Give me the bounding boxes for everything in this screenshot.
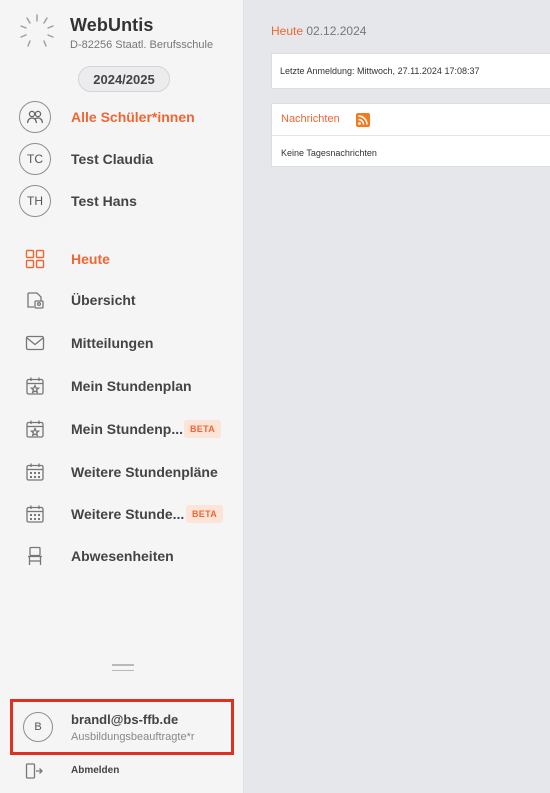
beta-badge: BETA bbox=[186, 505, 224, 523]
nav-item-mein-stundenplan-beta[interactable]: Mein Stundenp... BETA bbox=[0, 410, 244, 448]
main-content: Heute 02.12.2024 Letzte Anmeldung: Mittw… bbox=[244, 0, 550, 793]
chair-icon bbox=[28, 546, 42, 565]
page-title-heute: Heute bbox=[271, 24, 304, 38]
dashboard-grid-icon bbox=[25, 249, 45, 269]
webuntis-logo-icon bbox=[20, 14, 54, 47]
last-login-card: Letzte Anmeldung: Mittwoch, 27.11.2024 1… bbox=[271, 53, 550, 89]
envelope-icon bbox=[25, 335, 45, 351]
logout-button[interactable]: Abmelden bbox=[0, 758, 244, 784]
calendar-grid-icon bbox=[26, 505, 44, 523]
news-title: Nachrichten bbox=[281, 113, 340, 125]
logout-label: Abmelden bbox=[71, 765, 120, 776]
last-login-text: Letzte Anmeldung: Mittwoch, 27.11.2024 1… bbox=[280, 66, 480, 76]
app-title: WebUntis bbox=[70, 15, 154, 35]
app-window: WebUntis D-82256 Staatl. Berufsschule 20… bbox=[0, 0, 550, 793]
group-icon bbox=[26, 110, 44, 124]
nav-item-heute[interactable]: Heute bbox=[0, 240, 244, 278]
nav-label-abwesenheiten: Abwesenheiten bbox=[71, 548, 174, 564]
nav-label-heute: Heute bbox=[71, 251, 110, 267]
calendar-star-icon bbox=[26, 420, 44, 438]
nav-item-abwesenheiten[interactable]: Abwesenheiten bbox=[0, 537, 244, 575]
brand-header: WebUntis D-82256 Staatl. Berufsschule bbox=[18, 12, 238, 62]
student-avatar-tc: TC bbox=[18, 142, 52, 176]
logout-icon bbox=[25, 763, 43, 779]
user-avatar: B bbox=[23, 712, 53, 742]
page-date: 02.12.2024 bbox=[306, 24, 367, 38]
page-title: Heute 02.12.2024 bbox=[271, 24, 366, 38]
nav-item-weitere-stundenplaene[interactable]: Weitere Stundenpläne bbox=[0, 453, 244, 491]
nav-item-weitere-stundenplaene-beta[interactable]: Weitere Stunde... BETA bbox=[0, 495, 244, 533]
beta-badge: BETA bbox=[184, 420, 222, 438]
student-avatar-all bbox=[18, 100, 52, 134]
school-name: D-82256 Staatl. Berufsschule bbox=[70, 39, 214, 51]
nav-label-mein-stundenplan-beta: Mein Stundenp... bbox=[71, 421, 183, 437]
user-role: Ausbildungsbeauftragte*r bbox=[71, 731, 195, 743]
school-year-selector[interactable]: 2024/2025 bbox=[78, 66, 170, 92]
student-item-test-hans[interactable]: TH Test Hans bbox=[0, 182, 244, 220]
nav-item-mein-stundenplan[interactable]: Mein Stundenplan bbox=[0, 367, 244, 405]
nav-label-uebersicht: Übersicht bbox=[71, 292, 136, 308]
nav-label-weitere-stundenplaene: Weitere Stundenpläne bbox=[71, 464, 218, 480]
news-card-header: Nachrichten bbox=[272, 104, 550, 136]
user-profile[interactable]: B brandl@bs-ffb.de Ausbildungsbeauftragt… bbox=[10, 699, 234, 755]
news-card: Nachrichten Keine Tagesnachrichten bbox=[271, 103, 550, 167]
overview-icon bbox=[27, 292, 44, 309]
nav-item-mitteilungen[interactable]: Mitteilungen bbox=[0, 324, 244, 362]
sidebar-drag-handle[interactable] bbox=[112, 664, 134, 674]
nav-label-mein-stundenplan: Mein Stundenplan bbox=[71, 378, 192, 394]
student-label-th: Test Hans bbox=[71, 193, 137, 209]
calendar-star-icon bbox=[26, 377, 44, 395]
news-empty-text: Keine Tagesnachrichten bbox=[281, 148, 377, 158]
student-item-test-claudia[interactable]: TC Test Claudia bbox=[0, 140, 244, 178]
rss-feed-icon[interactable] bbox=[356, 113, 370, 127]
calendar-grid-icon bbox=[26, 463, 44, 481]
nav-label-weitere-stundenplaene-beta: Weitere Stunde... bbox=[71, 506, 185, 522]
student-avatar-th: TH bbox=[18, 184, 52, 218]
student-label-tc: Test Claudia bbox=[71, 151, 154, 167]
student-item-all[interactable]: Alle Schüler*innen bbox=[0, 98, 244, 136]
user-email: brandl@bs-ffb.de bbox=[71, 712, 179, 727]
sidebar: WebUntis D-82256 Staatl. Berufsschule 20… bbox=[0, 0, 244, 793]
student-label-all: Alle Schüler*innen bbox=[71, 109, 195, 125]
nav-label-mitteilungen: Mitteilungen bbox=[71, 335, 154, 351]
nav-item-uebersicht[interactable]: Übersicht bbox=[0, 281, 244, 319]
